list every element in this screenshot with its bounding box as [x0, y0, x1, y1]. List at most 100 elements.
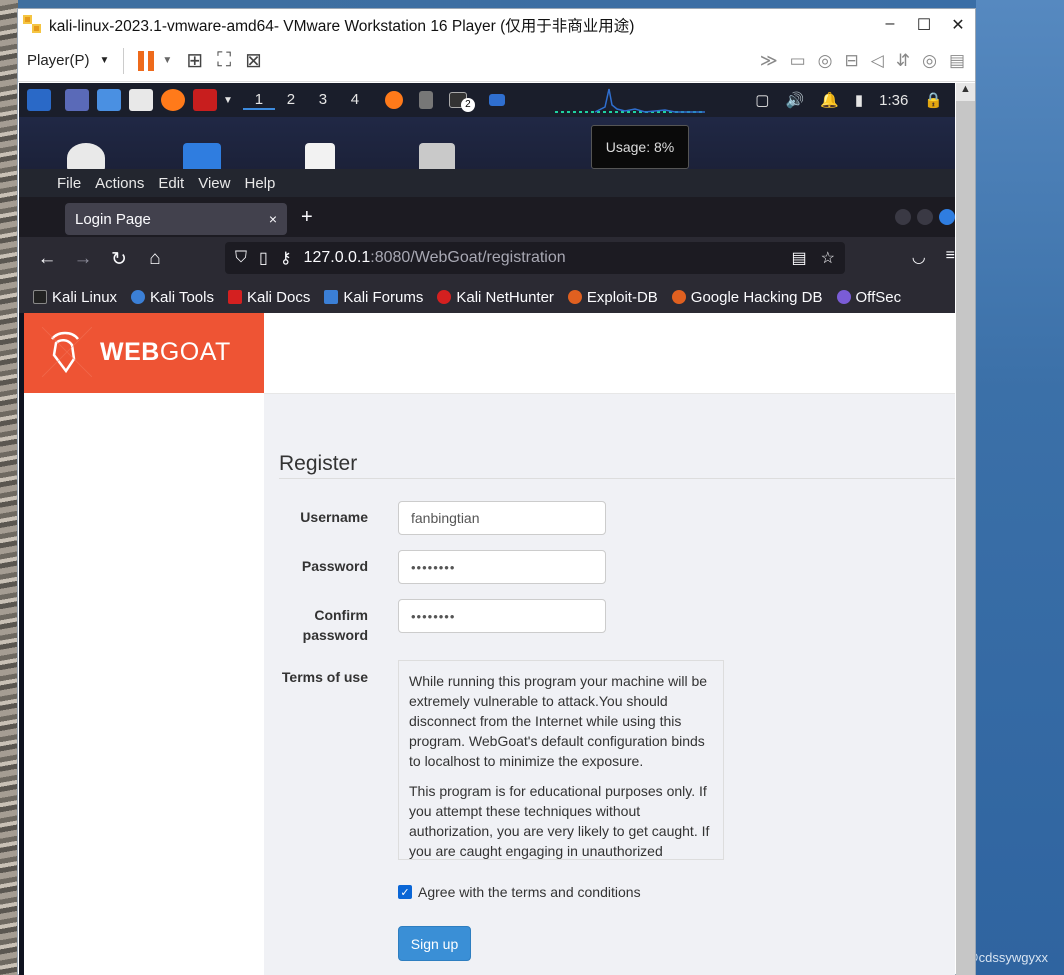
- file-manager-icon[interactable]: [97, 89, 121, 111]
- password-field[interactable]: ••••••••: [398, 550, 606, 584]
- sound-icon[interactable]: ◁: [871, 51, 884, 71]
- username-field[interactable]: fanbingtian: [398, 501, 606, 535]
- chevron-down-icon: ▼: [99, 55, 110, 66]
- agree-checkbox[interactable]: ✓: [398, 885, 412, 899]
- bookmark-exploit-db[interactable]: Exploit-DB: [567, 289, 658, 306]
- printer-icon[interactable]: ▤: [949, 51, 965, 71]
- workspace-switcher: 1 2 3 4: [242, 91, 371, 110]
- unity-icon[interactable]: ⊠: [245, 48, 262, 73]
- forward-icon[interactable]: →: [65, 248, 101, 270]
- tab-title: Login Page: [75, 210, 151, 228]
- logo-goat: GOAT: [159, 338, 231, 366]
- usb-icon[interactable]: ⇵: [896, 51, 910, 71]
- hard-disk-icon[interactable]: ▭: [790, 51, 806, 71]
- new-tab-button[interactable]: +: [301, 206, 313, 229]
- vmware-toolbar: Player(P) ▼ ▼ ⊞ ⛶ ⊠ ≫ ▭ ◎ ⊟ ◁ ⇵ ◎ ▤: [18, 40, 975, 82]
- notification-bell-icon[interactable]: 🔔: [820, 91, 839, 109]
- kali-forums-icon: [324, 290, 339, 304]
- maximize-dot[interactable]: [917, 209, 933, 225]
- show-desktop-icon[interactable]: [65, 89, 89, 111]
- cd-rom-icon[interactable]: ◎: [818, 51, 833, 71]
- chevron-down-icon[interactable]: ▼: [223, 95, 233, 106]
- close-button[interactable]: ✕: [941, 15, 975, 35]
- guest-screen[interactable]: ▼ 1 2 3 4 2 ▢ 🔊 🔔 ▮ 1:36 🔒 Usage: 8% Fil…: [19, 83, 955, 975]
- menu-actions[interactable]: Actions: [95, 175, 144, 192]
- bookmark-kali-tools[interactable]: Kali Tools: [131, 289, 214, 306]
- bookmark-kali-nethunter[interactable]: Kali NetHunter: [437, 289, 554, 306]
- bookmark-kali-forums[interactable]: Kali Forums: [324, 289, 423, 306]
- lock-icon[interactable]: 🔒: [924, 91, 943, 109]
- network-icon[interactable]: ⊟: [845, 51, 859, 71]
- window-control-buttons: [895, 209, 955, 225]
- bookmark-star-icon[interactable]: ☆: [821, 248, 835, 268]
- webgoat-logo-banner[interactable]: WEBGOAT: [24, 313, 264, 393]
- taskbar-folder-icon[interactable]: [488, 94, 505, 106]
- menu-edit[interactable]: Edit: [158, 175, 184, 192]
- maximize-button[interactable]: ☐: [907, 15, 941, 35]
- cd-icon[interactable]: ◎: [922, 51, 937, 71]
- google-hacking-db-icon: [671, 290, 686, 304]
- confirm-password-label: Confirm password: [264, 605, 368, 645]
- confirm-password-field[interactable]: ••••••••: [398, 599, 606, 633]
- vmware-titlebar: kali-linux-2023.1-vmware-amd64- VMware W…: [18, 9, 975, 40]
- reader-view-icon[interactable]: ▤: [792, 248, 807, 268]
- pocket-icon[interactable]: ◡: [912, 247, 926, 267]
- terms-of-use-box[interactable]: While running this program your machine …: [398, 660, 724, 860]
- exploit-db-icon: [567, 290, 582, 304]
- vm-scrollbar[interactable]: ▲: [956, 83, 975, 975]
- terminal-icon[interactable]: [193, 89, 217, 111]
- back-icon[interactable]: ←: [29, 248, 65, 270]
- vmware-logo-icon: [23, 14, 43, 35]
- cpu-usage-tooltip: Usage: 8%: [591, 125, 689, 169]
- minimize-dot[interactable]: [895, 209, 911, 225]
- workspace-3[interactable]: 3: [307, 91, 339, 110]
- terms-paragraph-1: While running this program your machine …: [409, 673, 708, 769]
- home-icon[interactable]: ⌂: [137, 248, 173, 270]
- bookmark-kali-linux[interactable]: Kali Linux: [33, 289, 117, 306]
- fullscreen-icon[interactable]: ⛶: [217, 49, 231, 72]
- menu-view[interactable]: View: [198, 175, 230, 192]
- clock[interactable]: 1:36: [879, 92, 908, 109]
- bookmark-label: Kali NetHunter: [456, 288, 554, 306]
- registration-content: Register Username fanbingtian Password •…: [264, 394, 955, 975]
- battery-icon[interactable]: ▮: [855, 91, 863, 109]
- bookmark-offsec[interactable]: OffSec: [836, 289, 901, 306]
- agree-terms[interactable]: ✓ Agree with the terms and conditions: [398, 884, 641, 900]
- taskbar-firefox-icon[interactable]: [384, 91, 403, 109]
- firefox-tabbar: Login Page × +: [19, 197, 955, 237]
- more-icon[interactable]: ≫: [760, 51, 778, 71]
- tab-close-icon[interactable]: ×: [269, 211, 277, 227]
- bookmark-kali-docs[interactable]: Kali Docs: [227, 289, 310, 306]
- shield-icon[interactable]: ⛉: [235, 249, 247, 267]
- display-icon[interactable]: ▢: [755, 91, 769, 109]
- tab-login-page[interactable]: Login Page ×: [65, 203, 287, 235]
- workspace-2[interactable]: 2: [275, 91, 307, 110]
- sign-up-button[interactable]: Sign up: [398, 926, 471, 961]
- firefox-icon[interactable]: [161, 89, 185, 111]
- workspace-1[interactable]: 1: [242, 91, 275, 110]
- menu-file[interactable]: File: [57, 175, 81, 192]
- cpu-graph[interactable]: [554, 87, 705, 113]
- kali-menu-icon[interactable]: [27, 89, 51, 111]
- send-ctrl-alt-del-icon[interactable]: ⊞: [186, 48, 203, 73]
- chevron-down-icon[interactable]: ▼: [162, 55, 172, 66]
- pause-icon[interactable]: [138, 50, 155, 71]
- minimize-button[interactable]: –: [873, 15, 907, 35]
- workspace-4[interactable]: 4: [339, 91, 371, 110]
- scroll-up-icon[interactable]: ▲: [956, 83, 975, 101]
- toolbar-divider: [123, 47, 125, 74]
- reload-icon[interactable]: ↻: [101, 248, 137, 271]
- taskbar-editor-icon[interactable]: [418, 91, 433, 109]
- bookmark-google-hacking-db[interactable]: Google Hacking DB: [671, 289, 823, 306]
- text-editor-icon[interactable]: [129, 89, 153, 111]
- menu-help[interactable]: Help: [244, 175, 275, 192]
- key-icon[interactable]: ⚷: [280, 248, 292, 268]
- window-title: kali-linux-2023.1-vmware-amd64- VMware W…: [49, 17, 635, 35]
- desktop-background-left: [0, 0, 18, 975]
- url-bar[interactable]: ⛉ ▯ ⚷ 127.0.0.1:8080/WebGoat/registratio…: [225, 242, 845, 274]
- volume-icon[interactable]: 🔊: [785, 91, 804, 109]
- player-menu[interactable]: Player(P) ▼: [27, 52, 109, 69]
- terms-paragraph-2: This program is for educational purposes…: [409, 783, 710, 859]
- menu-icon[interactable]: ≡: [946, 247, 955, 267]
- close-dot[interactable]: [939, 209, 955, 225]
